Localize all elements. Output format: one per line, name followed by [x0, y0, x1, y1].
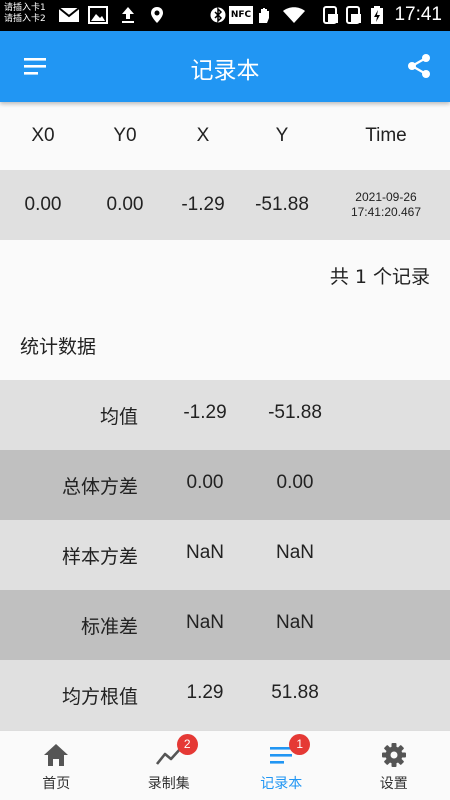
mail-icon: [58, 7, 80, 22]
cell-timestamp: 17:41:20.467: [350, 205, 422, 219]
stat-row-std-dev: 标准差 NaN NaN: [0, 590, 450, 660]
nav-notebook-badge: 1: [289, 734, 311, 755]
header-time: Time: [365, 125, 407, 146]
page-title: 记录本: [190, 58, 260, 84]
stat-row-mean: 均值 -1.29 -51.88: [0, 380, 450, 450]
image-icon: [88, 6, 108, 24]
header-x0: X0: [31, 125, 55, 146]
nav-settings-label: 设置: [379, 776, 408, 792]
nav-recordings-badge: 2: [176, 734, 198, 755]
stat-value-x: NaN: [185, 542, 224, 563]
gear-icon: [381, 743, 406, 767]
cell-date: 2021-09-26: [355, 190, 417, 204]
app-bar: 记录本: [0, 31, 450, 102]
location-icon: [151, 7, 163, 23]
cell-x0: 0.00: [24, 194, 62, 215]
status-bar: 请插入卡1 请插入卡2 NFC 17:41: [0, 0, 450, 31]
stat-label: 样本方差: [61, 546, 138, 568]
header-y: Y: [275, 125, 289, 146]
stat-value-x: 1.29: [186, 682, 224, 703]
clock: 17:41: [394, 4, 442, 25]
home-icon: [44, 744, 69, 766]
stat-label: 标准差: [80, 616, 138, 638]
stat-value-x: 0.00: [186, 472, 224, 493]
stats-title: 统计数据: [20, 336, 97, 358]
stat-label: 总体方差: [61, 476, 138, 498]
share-icon[interactable]: [406, 53, 432, 79]
bottom-nav: 首页 2 录制集 1 记录本 设置: [0, 730, 450, 800]
stat-row-rms: 均方根值 1.29 51.88: [0, 660, 450, 730]
sim-status: 请插入卡1 请插入卡2: [4, 3, 46, 25]
wifi-icon: [283, 7, 305, 23]
sim1-text: 请插入卡1: [4, 3, 46, 13]
sim2-icon: [346, 6, 361, 24]
stat-value-y: 51.88: [271, 682, 319, 703]
upload-icon: [122, 7, 134, 23]
nav-recordings[interactable]: 2 录制集: [113, 731, 226, 800]
nav-home-label: 首页: [42, 776, 71, 792]
record-count: 共 1 个记录: [329, 266, 430, 288]
bluetooth-icon: [210, 7, 226, 23]
cell-x: -1.29: [181, 194, 225, 215]
stat-value-y: -51.88: [268, 402, 322, 423]
nav-notebook-label: 记录本: [260, 776, 303, 792]
stat-row-sample-variance: 样本方差 NaN NaN: [0, 520, 450, 590]
nav-home[interactable]: 首页: [0, 731, 113, 800]
stat-value-y: NaN: [275, 542, 314, 563]
cell-time: 2021-09-26 17:41:20.467: [322, 190, 450, 220]
table-row[interactable]: 0.00 0.00 -1.29 -51.88 2021-09-26 17:41:…: [0, 170, 450, 240]
nav-notebook[interactable]: 1 记录本: [225, 731, 338, 800]
stat-row-population-variance: 总体方差 0.00 0.00: [0, 450, 450, 520]
nfc-icon: NFC: [229, 6, 253, 24]
header-x: X: [196, 125, 210, 146]
table-header: X0 Y0 X Y Time: [0, 102, 450, 170]
stat-label: 均值: [99, 406, 138, 428]
stat-label: 均方根值: [61, 686, 138, 708]
glove-icon: [259, 8, 269, 23]
sim2-text: 请插入卡2: [4, 14, 46, 24]
sim1-icon: [323, 6, 338, 24]
cell-y: -51.88: [255, 194, 309, 215]
battery-charging-icon: [371, 6, 383, 24]
stat-value-y: NaN: [275, 612, 314, 633]
cell-y0: 0.00: [106, 194, 144, 215]
stat-value-y: 0.00: [276, 472, 314, 493]
stat-value-x: NaN: [185, 612, 224, 633]
nav-recordings-label: 录制集: [147, 776, 190, 792]
stat-value-x: -1.29: [183, 402, 227, 423]
nav-settings[interactable]: 设置: [338, 731, 450, 800]
header-y0: Y0: [113, 125, 137, 146]
